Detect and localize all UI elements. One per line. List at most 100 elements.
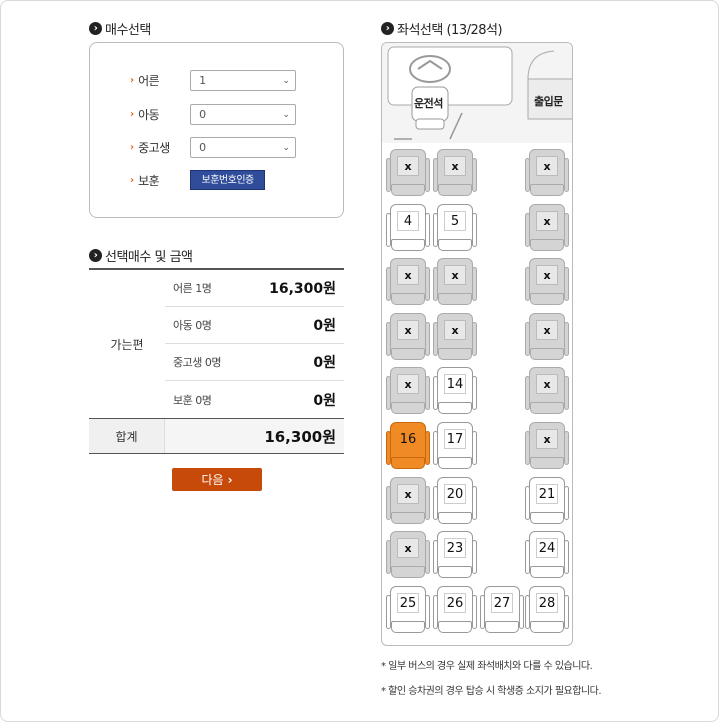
seat-number: x xyxy=(397,374,419,395)
seat-cushion xyxy=(438,566,472,579)
seat-armrest xyxy=(564,376,569,411)
seat-number: x xyxy=(397,265,419,286)
seat: x xyxy=(433,257,477,307)
seat[interactable]: 20 xyxy=(433,476,477,526)
ticket-section-title: › 매수선택 xyxy=(89,19,151,38)
seat: x xyxy=(525,148,569,198)
seat[interactable]: 28 xyxy=(525,585,569,635)
seat[interactable]: 27 xyxy=(480,585,524,635)
seat[interactable]: 25 xyxy=(386,585,430,635)
seat-number: x xyxy=(397,538,419,559)
child-count-select[interactable]: 0 ⌄ xyxy=(190,104,297,125)
seat[interactable]: 17 xyxy=(433,421,477,471)
seat-armrest xyxy=(425,267,430,302)
seat-armrest xyxy=(425,158,430,192)
seat[interactable]: 23 xyxy=(433,530,477,580)
total-label: 합계 xyxy=(89,419,165,453)
total-row: 합계 16,300원 xyxy=(89,418,344,454)
seat: x xyxy=(525,421,569,471)
chevron-down-icon: ⌄ xyxy=(282,75,290,86)
seat-number: 16 xyxy=(397,429,419,449)
seat-armrest xyxy=(472,540,477,575)
seat[interactable]: 4 xyxy=(386,203,430,253)
seat: x xyxy=(525,257,569,307)
summary-row-label: 중고생 0명 xyxy=(173,356,221,369)
student-label: 중고생 xyxy=(138,141,170,155)
summary-row-amount: 0원 xyxy=(313,392,336,409)
seat: x xyxy=(386,148,430,198)
seat: x xyxy=(525,312,569,362)
seat-cushion xyxy=(530,620,564,633)
seat-section-title-text: 좌석선택 (13/28석) xyxy=(397,23,503,38)
seat-cushion xyxy=(530,457,564,469)
seat-cushion xyxy=(391,402,425,415)
seat-number: x xyxy=(397,156,419,176)
summary-table: 가는편 어른 1명 16,300원 아동 0명 0원 중고생 0명 0원 보훈 … xyxy=(89,268,344,454)
chevron-down-icon: ⌄ xyxy=(282,109,290,120)
seat-number: 20 xyxy=(444,483,466,504)
direction-label: 가는편 xyxy=(110,337,144,352)
child-count-value: 0 xyxy=(199,108,207,121)
note-line: * 일부 버스의 경우 실제 좌석배치와 다를 수 있습니다. xyxy=(381,661,593,672)
seat-armrest xyxy=(472,321,477,356)
seat-armrest xyxy=(472,431,477,465)
seat-cushion xyxy=(438,457,472,469)
chevron-right-icon: › xyxy=(381,22,394,35)
seat-cushion xyxy=(530,566,564,579)
seat-number: x xyxy=(397,319,419,340)
ticket-section-title-text: 매수선택 xyxy=(105,23,151,38)
seat-cushion xyxy=(391,511,425,524)
ticket-select-box: › 어른 1 ⌄ › 아동 0 ⌄ › 중고생 0 ⌄ › 보훈 보훈번호인증 xyxy=(89,42,344,218)
seat-armrest xyxy=(425,212,430,247)
summary-row: 보훈 0명 0원 xyxy=(165,381,344,418)
seat-cushion xyxy=(438,238,472,251)
seat-armrest xyxy=(425,540,430,575)
seat-number: x xyxy=(397,483,419,504)
summary-row-amount: 0원 xyxy=(313,355,336,371)
seat-cushion xyxy=(391,293,425,306)
adult-row: › 어른 1 ⌄ xyxy=(130,70,297,91)
seat-cushion xyxy=(530,511,564,524)
seat-number: 4 xyxy=(397,210,419,231)
summary-row-label: 어른 1명 xyxy=(173,282,212,295)
seat-number: x xyxy=(536,265,558,286)
summary-row-amount: 0원 xyxy=(313,318,336,334)
student-count-select[interactable]: 0 ⌄ xyxy=(190,137,297,158)
next-button-label: 다음 xyxy=(201,473,224,487)
seat-number: x xyxy=(536,156,558,176)
adult-count-select[interactable]: 1 ⌄ xyxy=(190,70,297,91)
seat-cushion xyxy=(391,620,425,633)
seat-cushion xyxy=(438,620,472,633)
child-row: › 아동 0 ⌄ xyxy=(130,104,297,125)
chevron-down-icon: ⌄ xyxy=(282,142,290,153)
seat-cushion xyxy=(530,402,564,415)
veteran-verify-button[interactable]: 보훈번호인증 xyxy=(190,170,266,190)
seat-armrest xyxy=(472,212,477,247)
seat-cushion xyxy=(530,184,564,196)
seat[interactable]: 24 xyxy=(525,530,569,580)
summary-row: 중고생 0명 0원 xyxy=(165,344,344,381)
seat: x xyxy=(386,366,430,416)
seat-armrest xyxy=(564,594,569,629)
seat-cushion xyxy=(530,238,564,251)
seat-number: 27 xyxy=(491,592,513,613)
seat[interactable]: 5 xyxy=(433,203,477,253)
seat[interactable]: 21 xyxy=(525,476,569,526)
student-row: › 중고생 0 ⌄ xyxy=(130,137,297,158)
arrow-icon: › xyxy=(130,142,135,153)
seat[interactable]: 14 xyxy=(433,366,477,416)
seat-number: 14 xyxy=(444,374,466,395)
seat[interactable]: 26 xyxy=(433,585,477,635)
seat-cushion xyxy=(391,184,425,196)
adult-label: 어른 xyxy=(138,74,160,88)
seat-armrest xyxy=(564,212,569,247)
seat-cushion xyxy=(438,347,472,360)
seat[interactable]: 16 xyxy=(386,421,430,471)
seat-cushion xyxy=(391,566,425,579)
seat-armrest xyxy=(472,594,477,629)
next-button[interactable]: 다음 › xyxy=(172,468,262,491)
arrow-icon: › xyxy=(130,75,135,86)
summary-row: 어른 1명 16,300원 xyxy=(165,270,344,307)
seat-armrest xyxy=(564,431,569,465)
seat-number: x xyxy=(444,319,466,340)
